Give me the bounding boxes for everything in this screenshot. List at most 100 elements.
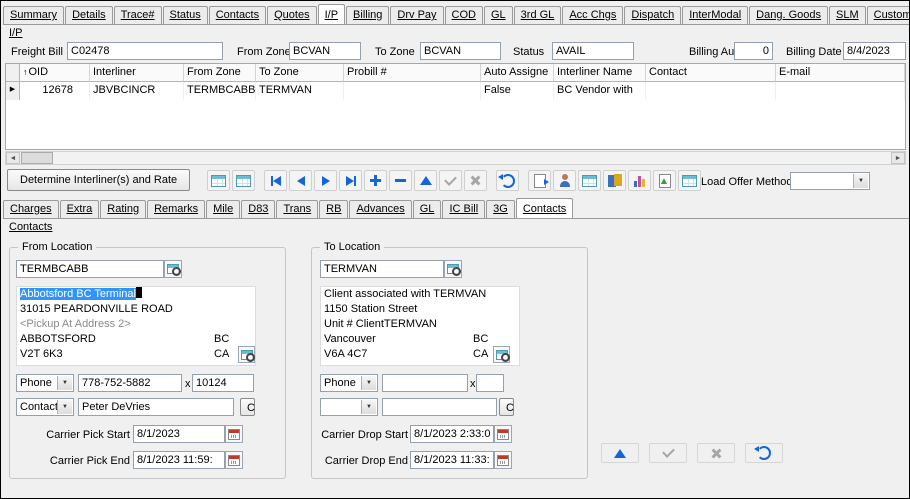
from-contact-c-button[interactable]: C [240,398,255,416]
address-line1[interactable]: 1150 Station Street [321,302,519,317]
cancel-edit-icon[interactable] [697,443,735,463]
from-phone-field[interactable] [78,374,182,392]
from-location-code-field[interactable] [16,260,164,278]
determine-interliner-button[interactable]: Determine Interliner(s) and Rate [7,169,190,191]
post-edit-icon[interactable] [649,443,687,463]
carrier-pick-end-field[interactable] [133,451,225,469]
address-city-line[interactable]: ABBOTSFORDBC [17,332,255,347]
column-header-oid[interactable]: ↑OID [20,64,90,82]
tab-gl[interactable]: GL [484,6,513,24]
tab-drv-pay[interactable]: Drv Pay [390,6,443,24]
column-header-contact[interactable]: Contact [646,64,776,82]
cancel-edit-icon[interactable] [464,170,487,191]
chart-icon[interactable] [628,170,651,191]
refresh-icon[interactable] [745,443,783,463]
to-country-lookup-button[interactable] [493,346,510,363]
first-record-icon[interactable] [264,170,287,191]
rates-grid-icon[interactable] [678,170,701,191]
load-offer-method-select[interactable]: ▼ [790,172,870,190]
to-zone-field[interactable] [420,42,501,60]
from-address-block[interactable]: Abbotsford BC Terminal 31015 PEARDONVILL… [16,286,256,366]
last-record-icon[interactable] [339,170,362,191]
from-country-lookup-button[interactable] [238,346,255,363]
table-design-icon[interactable] [232,170,255,191]
scroll-right-button[interactable]: ► [891,152,905,164]
address-postal-line[interactable]: V2T 6K3CA [17,347,255,362]
address-line1[interactable]: 31015 PEARDONVILLE ROAD [17,302,255,317]
tab-slm[interactable]: SLM [829,6,866,24]
tab-billing[interactable]: Billing [346,6,389,24]
to-address-block[interactable]: Client associated with TERMVAN 1150 Stat… [320,286,520,366]
column-header-from-zone[interactable]: From Zone [184,64,256,82]
pick-start-calendar-button[interactable] [225,425,243,443]
carrier-pick-start-field[interactable] [133,425,225,443]
send-sheet-icon[interactable] [653,170,676,191]
tab-remarks[interactable]: Remarks [147,200,205,218]
tab-intermodal[interactable]: InterModal [682,6,748,24]
tab-rating[interactable]: Rating [100,200,146,218]
address-line2-placeholder[interactable]: <Pickup At Address 2> [17,317,255,332]
tab-custom-defined[interactable]: Custom Def [867,6,909,24]
users-icon[interactable] [603,170,626,191]
column-header-probill[interactable]: Probill # [344,64,481,82]
to-phone-type-select[interactable]: Phone▼ [320,374,378,392]
refresh-icon[interactable] [496,170,519,191]
scrollbar-thumb[interactable] [21,152,53,164]
insert-record-icon[interactable] [364,170,387,191]
column-header-interliner[interactable]: Interliner [90,64,184,82]
from-contact-type-select[interactable]: Contact▼ [16,398,74,416]
address-name-line[interactable]: Abbotsford BC Terminal [17,287,255,302]
tab-acc-chgs[interactable]: Acc Chgs [562,6,623,24]
billing-date-field[interactable] [843,42,906,60]
tab-dispatch[interactable]: Dispatch [624,6,681,24]
tab-advances[interactable]: Advances [349,200,411,218]
tab-trace[interactable]: Trace# [114,6,162,24]
drop-end-calendar-button[interactable] [494,451,512,469]
column-header-email[interactable]: E-mail [776,64,905,82]
from-zone-field[interactable] [289,42,361,60]
tab-3rd-gl[interactable]: 3rd GL [514,6,562,24]
prior-record-icon[interactable] [289,170,312,191]
user-icon[interactable] [553,170,576,191]
post-edit-icon[interactable] [439,170,462,191]
tab-charges[interactable]: Charges [3,200,59,218]
tab-mile[interactable]: Mile [206,200,240,218]
lookup-grid-icon[interactable] [578,170,601,191]
tab-dang-goods[interactable]: Dang. Goods [749,6,828,24]
table-view-icon[interactable] [207,170,230,191]
tab-details[interactable]: Details [65,6,113,24]
tab-3g[interactable]: 3G [486,200,515,218]
address-city-line[interactable]: VancouverBC [321,332,519,347]
tab-d83[interactable]: D83 [241,200,275,218]
column-header-auto-assigned[interactable]: Auto Assigne [481,64,554,82]
scroll-left-button[interactable]: ◄ [6,152,20,164]
billing-audit-field[interactable] [734,42,773,60]
address-line2[interactable]: Unit # ClientTERMVAN [321,317,519,332]
delete-record-icon[interactable] [389,170,412,191]
tab-ip[interactable]: I/P [318,4,345,25]
drop-start-calendar-button[interactable] [494,425,512,443]
edit-record-icon[interactable] [601,443,639,463]
tab-cod[interactable]: COD [445,6,483,24]
tab-ic-bill[interactable]: IC Bill [442,200,485,218]
from-location-lookup-button[interactable] [164,260,182,278]
edit-record-icon[interactable] [414,170,437,191]
tab-summary[interactable]: Summary [3,6,64,24]
export-icon[interactable] [528,170,551,191]
to-contact-type-select[interactable]: ▼ [320,398,378,416]
status-field[interactable] [552,42,634,60]
address-name-line[interactable]: Client associated with TERMVAN [321,287,519,302]
grid-horizontal-scrollbar[interactable]: ◄ ► [5,151,906,165]
to-phone-field[interactable] [382,374,468,392]
to-ext-field[interactable] [476,374,504,392]
from-phone-type-select[interactable]: Phone▼ [16,374,74,392]
carrier-drop-start-field[interactable] [410,425,494,443]
tab-contacts[interactable]: Contacts [209,6,266,24]
next-record-icon[interactable] [314,170,337,191]
from-contact-field[interactable] [78,398,234,416]
column-header-interliner-name[interactable]: Interliner Name [554,64,646,82]
tab-trans[interactable]: Trans [276,200,318,218]
pick-end-calendar-button[interactable] [225,451,243,469]
tab-quotes[interactable]: Quotes [267,6,316,24]
tab-rb[interactable]: RB [319,200,348,218]
